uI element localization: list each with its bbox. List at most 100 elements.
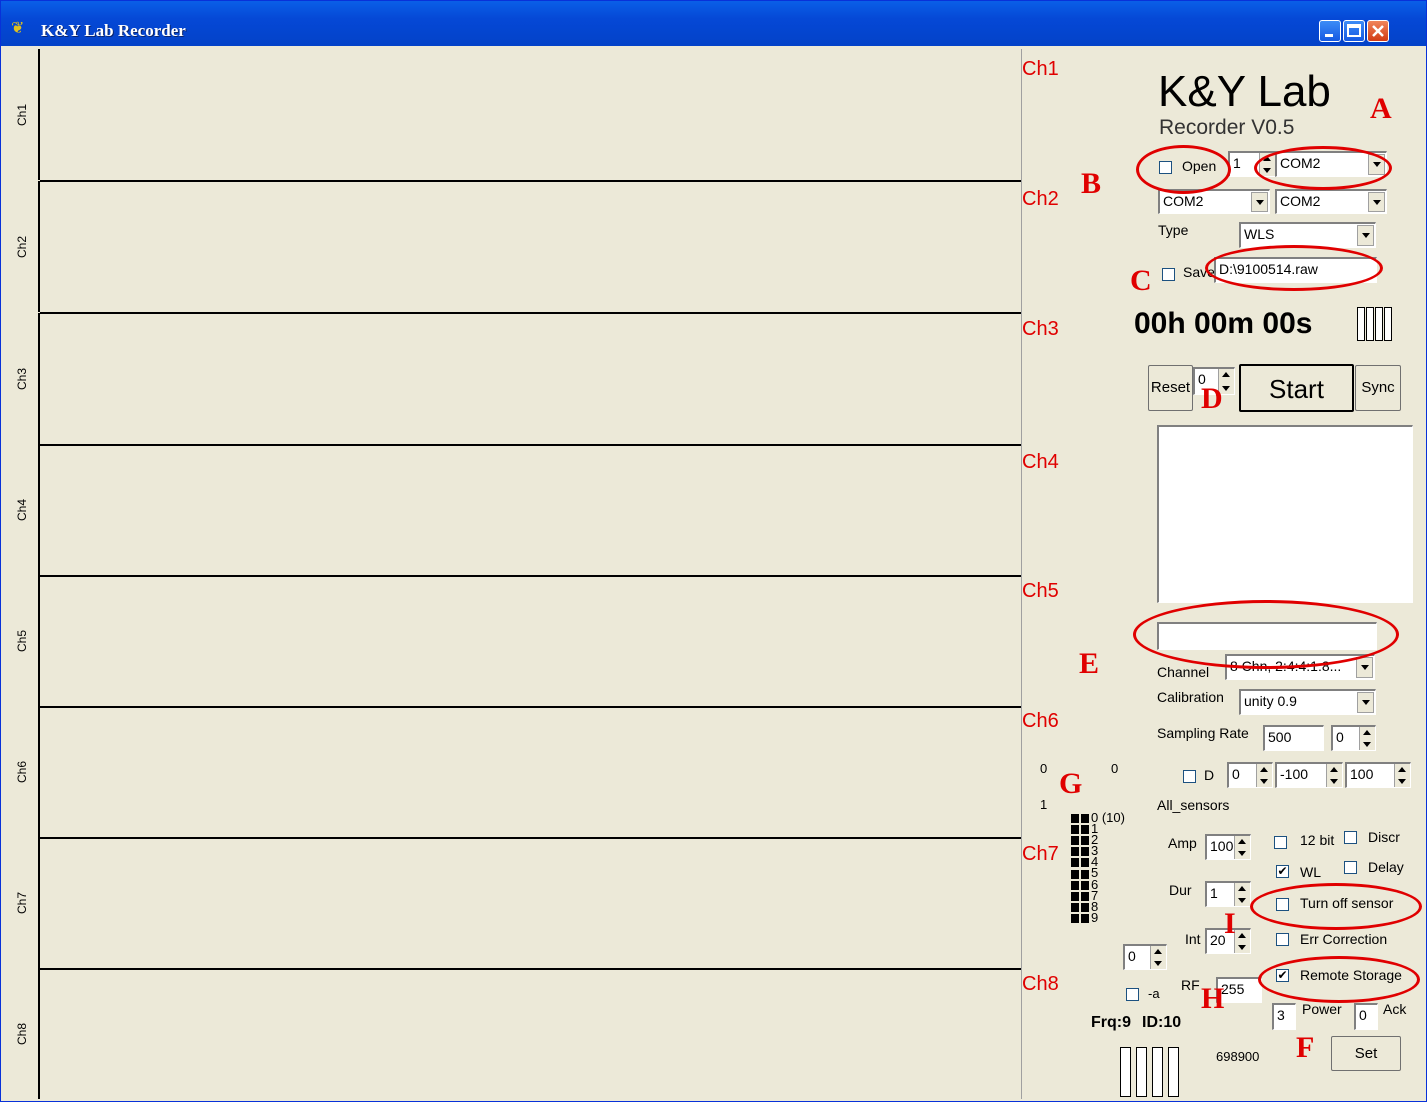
maximize-icon bbox=[1347, 24, 1361, 37]
wl-label: WL bbox=[1300, 864, 1321, 880]
stepper-arrows-icon[interactable] bbox=[1326, 764, 1342, 787]
stepper-arrows-icon[interactable] bbox=[1256, 764, 1272, 787]
12bit-checkbox[interactable] bbox=[1274, 836, 1287, 849]
dur-stepper[interactable]: 1 bbox=[1205, 881, 1251, 907]
start-button[interactable]: Start bbox=[1239, 364, 1354, 412]
d-checkbox[interactable] bbox=[1183, 770, 1196, 783]
lane-plot[interactable] bbox=[40, 181, 1021, 314]
title-bar[interactable]: ❦ K&Y Lab Recorder bbox=[1, 1, 1426, 46]
save-checkbox[interactable] bbox=[1162, 268, 1175, 281]
min-value-stepper[interactable]: -100 bbox=[1275, 762, 1343, 788]
a-label: -a bbox=[1148, 986, 1160, 1001]
reset-button[interactable]: Reset bbox=[1148, 365, 1193, 411]
calibration-select[interactable]: unity 0.9 bbox=[1239, 689, 1376, 715]
chevron-down-icon[interactable] bbox=[1357, 225, 1374, 246]
lane-plot[interactable] bbox=[40, 313, 1021, 446]
channel-label-ch7: Ch7 bbox=[1022, 843, 1059, 865]
ack-input[interactable]: 0 bbox=[1354, 1003, 1378, 1030]
channel-label-ch8: Ch8 bbox=[1022, 973, 1059, 995]
stepper-arrows-icon[interactable] bbox=[1234, 883, 1250, 906]
brand-name: K&Y Lab bbox=[1158, 67, 1331, 116]
chevron-down-icon[interactable] bbox=[1356, 657, 1373, 678]
stepper-arrows-icon[interactable] bbox=[1359, 727, 1375, 750]
level-meter bbox=[1120, 1047, 1131, 1097]
lane-ch7: Ch7 bbox=[5, 837, 1021, 970]
amp-label: Amp bbox=[1168, 835, 1197, 851]
close-button[interactable] bbox=[1367, 20, 1389, 42]
annotation-a: A bbox=[1370, 92, 1392, 125]
display-value-bottom: 1 bbox=[1040, 797, 1048, 812]
all-sensors-label: All_sensors bbox=[1157, 797, 1230, 813]
dur-label: Dur bbox=[1169, 882, 1192, 898]
lane-label: Ch3 bbox=[5, 313, 40, 444]
err-correction-checkbox[interactable] bbox=[1276, 933, 1289, 946]
level-meter bbox=[1168, 1047, 1179, 1097]
maximize-button[interactable] bbox=[1343, 20, 1365, 42]
stepper-arrows-icon[interactable] bbox=[1234, 930, 1250, 953]
stepper-arrows-icon[interactable] bbox=[1150, 946, 1166, 969]
lane-ch5: Ch5 bbox=[5, 575, 1021, 708]
lane-plot[interactable] bbox=[40, 968, 1021, 1099]
annotation-d: D bbox=[1201, 382, 1223, 415]
d-value-stepper[interactable]: 0 bbox=[1227, 762, 1273, 788]
lane-ch3: Ch3 bbox=[5, 313, 1021, 446]
id-readout: ID:10 bbox=[1142, 1014, 1182, 1031]
annotation-h: H bbox=[1201, 982, 1225, 1015]
err-correction-label: Err Correction bbox=[1300, 931, 1388, 947]
delay-label: Delay bbox=[1368, 859, 1404, 875]
power-label: Power bbox=[1302, 1001, 1342, 1017]
channel-label-ch1: Ch1 bbox=[1022, 58, 1059, 80]
12bit-label: 12 bit bbox=[1300, 832, 1335, 848]
power-input[interactable]: 3 bbox=[1272, 1003, 1296, 1030]
discr-checkbox[interactable] bbox=[1344, 831, 1357, 844]
chevron-down-icon[interactable] bbox=[1357, 692, 1374, 713]
channel-label-ch3: Ch3 bbox=[1022, 318, 1059, 340]
max-value-stepper[interactable]: 100 bbox=[1345, 762, 1411, 788]
stepper-arrows-icon[interactable] bbox=[1394, 764, 1410, 787]
lane-ch1: Ch1 bbox=[5, 49, 1021, 182]
lane-plot[interactable] bbox=[40, 575, 1021, 708]
minimize-button[interactable] bbox=[1319, 20, 1341, 42]
annotation-f: F bbox=[1296, 1031, 1315, 1064]
lane-ch6: Ch6 bbox=[5, 706, 1021, 839]
channel-label-ch6: Ch6 bbox=[1022, 710, 1059, 732]
sampling-offset-stepper[interactable]: 0 bbox=[1331, 725, 1376, 751]
stepper-arrows-icon[interactable] bbox=[1234, 836, 1250, 859]
sensor-row: 9 bbox=[1071, 911, 1125, 924]
lane-plot[interactable] bbox=[40, 706, 1021, 839]
close-icon bbox=[1372, 25, 1384, 37]
chevron-down-icon[interactable] bbox=[1368, 192, 1385, 212]
frequency-readout: Frq:9 bbox=[1091, 1014, 1131, 1031]
lane-plot[interactable] bbox=[40, 49, 1021, 182]
annotation-b: B bbox=[1081, 167, 1102, 200]
highlight-ellipse-e bbox=[1133, 600, 1399, 669]
display-value-left: 0 bbox=[1040, 761, 1048, 776]
channel-label-ch2: Ch2 bbox=[1022, 188, 1059, 210]
sampling-rate-label: Sampling Rate bbox=[1157, 725, 1249, 741]
sensor-selector-stepper[interactable]: 0 bbox=[1123, 944, 1167, 970]
client-area: Ch1 Ch2 Ch3 Ch4 Ch5 Ch6 Ch7 Ch8 Ch1 Ch2 … bbox=[5, 49, 1424, 1099]
delay-checkbox[interactable] bbox=[1344, 861, 1357, 874]
lane-plot[interactable] bbox=[40, 444, 1021, 577]
lane-label: Ch7 bbox=[5, 837, 40, 968]
type-select[interactable]: WLS bbox=[1239, 222, 1376, 248]
log-output[interactable] bbox=[1157, 425, 1413, 603]
lane-plot[interactable] bbox=[40, 837, 1021, 970]
sample-counter: 698900 bbox=[1216, 1049, 1260, 1064]
elapsed-timer: 00h 00m 00s bbox=[1134, 307, 1313, 340]
a-checkbox[interactable] bbox=[1126, 988, 1139, 1001]
com-select-c[interactable]: COM2 bbox=[1275, 189, 1387, 214]
timer-indicator bbox=[1357, 307, 1365, 341]
lane-label: Ch8 bbox=[5, 968, 40, 1099]
wl-checkbox[interactable]: ✔ bbox=[1276, 865, 1289, 878]
channel-label-ch4: Ch4 bbox=[1022, 451, 1059, 473]
sampling-rate-input[interactable]: 500 bbox=[1263, 725, 1324, 751]
annotation-i: I bbox=[1224, 907, 1236, 940]
chevron-down-icon[interactable] bbox=[1251, 192, 1268, 212]
lane-ch2: Ch2 bbox=[5, 181, 1021, 314]
annotation-c: C bbox=[1130, 264, 1152, 297]
set-button[interactable]: Set bbox=[1331, 1036, 1401, 1071]
brand-version: Recorder V0.5 bbox=[1159, 116, 1295, 139]
amp-stepper[interactable]: 100 bbox=[1205, 834, 1251, 860]
sync-button[interactable]: Sync bbox=[1355, 365, 1401, 411]
